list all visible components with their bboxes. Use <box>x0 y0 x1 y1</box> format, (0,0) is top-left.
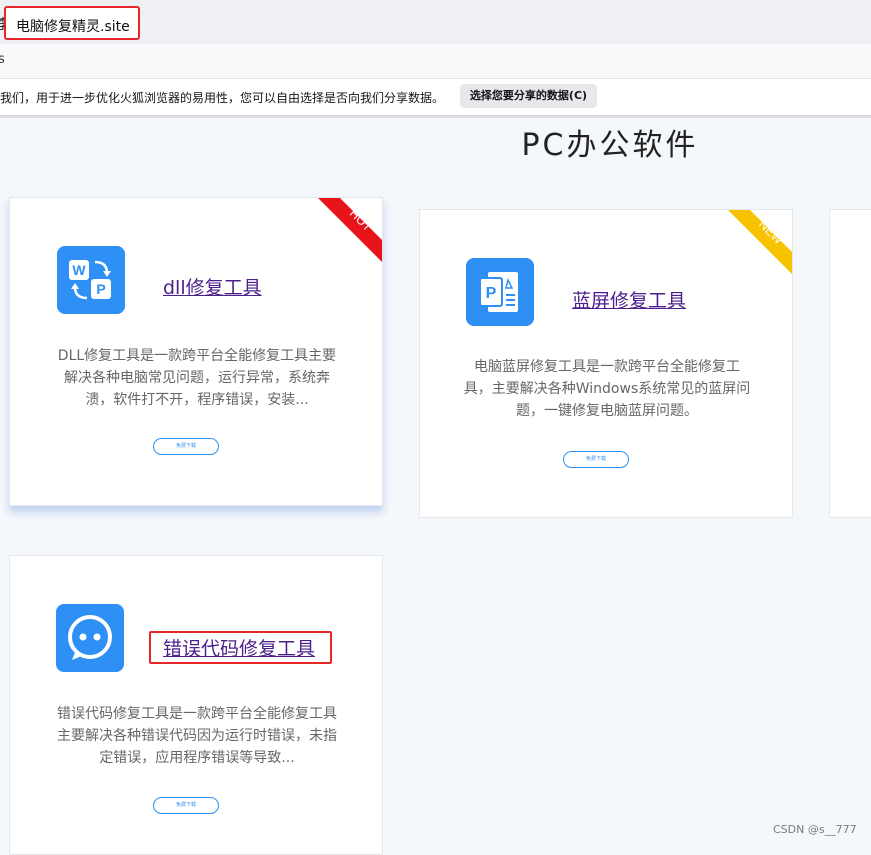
word-to-pdf-icon: W P <box>57 246 125 314</box>
notification-text: 我们，用于进一步优化火狐浏览器的易用性，您可以自由选择是否向我们分享数据。 <box>0 91 445 105</box>
bluescreen-download-button[interactable]: 免费下载 <box>563 451 629 468</box>
svg-text:P: P <box>486 285 497 302</box>
product-card-partial <box>829 209 871 518</box>
errorcode-download-button[interactable]: 免费下载 <box>153 797 219 814</box>
browser-tab-active[interactable]: 电脑修复精灵.site <box>4 6 140 40</box>
ribbon-band <box>318 198 382 262</box>
choose-shared-data-button[interactable]: 选择您要分享的数据(C) <box>460 84 597 108</box>
dll-tool-link[interactable]: dll修复工具 <box>163 273 262 300</box>
product-card-dll: HOT W P dll修复工具 DLL修复工具是一款跨平台全能修复工具主要解决各… <box>9 197 383 506</box>
tab-title: 电脑修复精灵.site <box>16 19 130 35</box>
hot-ribbon: HOT <box>318 198 382 262</box>
product-card-bluescreen: NEW P 蓝屏修复工具 电脑蓝屏修复工具是一款跨平台全能修复工具，主要解决各种… <box>419 209 793 518</box>
dll-tool-description: DLL修复工具是一款跨平台全能修复工具主要解决各种电脑常见问题，运行异常，系统奔… <box>57 348 337 408</box>
bookmarks-toolbar: s <box>0 44 871 78</box>
product-card-errorcode: 错误代码修复工具 错误代码修复工具是一款跨平台全能修复工具主要解决各种错误代码因… <box>9 555 383 855</box>
svg-text:W: W <box>72 262 86 278</box>
ribbon-band <box>728 210 792 274</box>
bluescreen-tool-link[interactable]: 蓝屏修复工具 <box>572 286 686 313</box>
toolbar-mark: s <box>0 52 5 67</box>
browser-tab-bar: 李 电脑修复精灵.site <box>0 0 871 45</box>
svg-text:P: P <box>96 281 105 297</box>
pdf-document-icon: P <box>466 258 534 326</box>
divider <box>0 116 871 118</box>
bluescreen-tool-description: 电脑蓝屏修复工具是一款跨平台全能修复工具，主要解决各种Windows系统常见的蓝… <box>463 359 751 419</box>
watermark: CSDN @s__777 <box>773 823 857 836</box>
errorcode-tool-description: 错误代码修复工具是一款跨平台全能修复工具主要解决各种错误代码因为运行时错误，未指… <box>57 706 337 766</box>
dll-download-button[interactable]: 免费下载 <box>153 438 219 455</box>
chat-bubble-icon <box>56 604 124 672</box>
new-ribbon: NEW <box>728 210 792 274</box>
page-title: PC办公软件 <box>521 128 699 163</box>
data-sharing-notification-bar: 我们，用于进一步优化火狐浏览器的易用性，您可以自由选择是否向我们分享数据。 选择… <box>0 78 871 116</box>
highlight-box-errorcode-link <box>149 631 332 664</box>
